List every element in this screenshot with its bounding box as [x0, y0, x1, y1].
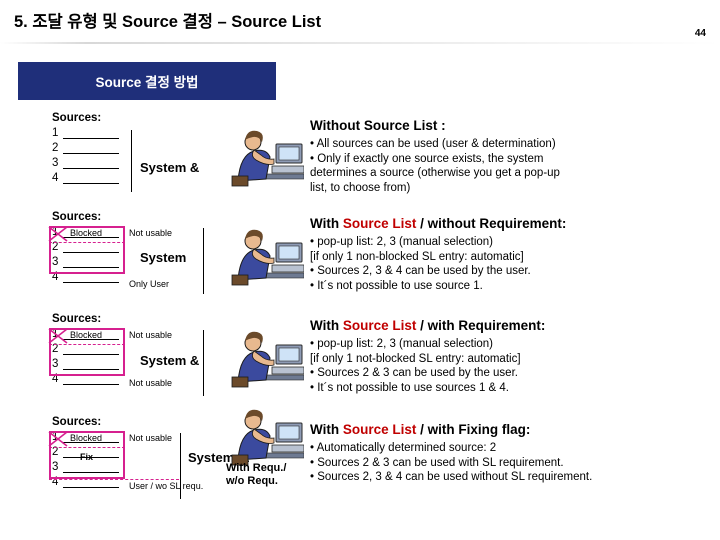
block-3-separator [203, 330, 204, 396]
heading-prefix: With [310, 216, 343, 231]
only-user-note-2: Only User [129, 279, 170, 289]
blocked-note-4: Blocked [70, 433, 103, 443]
blocked-x-icon-2 [48, 226, 68, 242]
right-line: [if only 1 non-blocked SL entry: automat… [310, 250, 524, 263]
source-line [63, 157, 119, 169]
right-line: • Sources 2, 3 & 4 can be used without S… [310, 471, 593, 483]
blocked-x-icon-3 [48, 328, 68, 344]
blocked-row-divider-2 [49, 242, 125, 243]
not-usable-note-4: Not usable [129, 433, 173, 443]
block-1-separator [131, 130, 132, 192]
page-title: 5. 조달 유형 및 Source 결정 – Source List [14, 8, 321, 32]
title-divider [0, 42, 720, 44]
right-line: • Automatically determined source: 2 [310, 442, 497, 454]
sources-block-1: Sources: 1 2 3 4 [52, 112, 119, 185]
right-block-1: Without Source List : • All sources can … [310, 118, 560, 195]
person-at-computer-icon-3 [218, 327, 305, 389]
right-line: • Only if exactly one source exists, the… [310, 152, 544, 165]
source-index: 2 [52, 141, 59, 154]
right-line: [if only 1 not-blocked SL entry: automat… [310, 352, 521, 365]
block-4-separator [180, 433, 181, 499]
source-line [63, 172, 119, 184]
right-line: • It´s not possible to use source 1. [310, 279, 483, 292]
user-wo-sl-note-4: User / wo SL requ. [129, 481, 204, 491]
source-index: 3 [52, 156, 59, 169]
heading-suffix: / without Requirement: [416, 216, 567, 231]
right-line: list, to choose from) [310, 181, 411, 194]
right-heading-2: With Source List / without Requirement: [310, 216, 566, 231]
wo-requ-label: w/o Requ. [226, 475, 278, 487]
heading-prefix: With [310, 318, 343, 333]
heading-prefix: With [310, 422, 343, 437]
sources-label-3: Sources: [52, 313, 102, 325]
right-line: • Sources 2 & 3 can be used with SL requ… [310, 456, 564, 469]
section-header-label: Source 결정 방법 [95, 75, 199, 90]
source-line [63, 127, 119, 139]
right-line: • pop-up list: 2, 3 (manual selection) [310, 338, 494, 350]
right-line: • Sources 2, 3 & 4 can be used by the us… [310, 265, 531, 277]
sources-label-2: Sources: [52, 211, 102, 223]
heading-source-list: Source List [342, 318, 417, 333]
right-block-3: With Source List / with Requirement: • p… [310, 318, 545, 395]
not-usable-note-3: Not usable [129, 330, 173, 340]
system-label-3: System & [140, 353, 200, 368]
blocked-row-divider-4 [49, 447, 125, 448]
right-heading-1: Without Source List : [310, 118, 446, 133]
blocked-row-divider-3 [49, 344, 125, 345]
right-line: • It´s not possible to use sources 1 & 4… [310, 381, 509, 394]
page-title-text: 5. 조달 유형 및 Source 결정 – Source List [14, 13, 322, 31]
person-at-computer-icon-1 [218, 126, 305, 188]
right-heading-4: With Source List / with Fixing flag: [310, 422, 592, 437]
source-row: 1 [52, 125, 119, 140]
not-usable-note-3b: Not usable [129, 378, 173, 388]
source-row: 4 [52, 170, 119, 185]
right-block-4: With Source List / with Fixing flag: • A… [310, 422, 592, 485]
system-label-1: System & [140, 160, 200, 175]
system-label-2: System [140, 250, 187, 265]
source-row: 2 [52, 140, 119, 155]
with-requ-label: With Requ./ [226, 462, 287, 474]
fix-note-4: Fix [80, 452, 94, 462]
right-heading-3: With Source List / with Requirement: [310, 318, 545, 333]
sources-label-4: Sources: [52, 416, 102, 428]
right-block-2: With Source List / without Requirement: … [310, 216, 566, 293]
requirement-labels-4: With Requ./ w/o Requ. [226, 462, 286, 488]
right-line: • All sources can be used (user & determ… [310, 138, 556, 150]
blocked-note-3: Blocked [70, 330, 103, 340]
source-index: 1 [52, 126, 59, 139]
heading-suffix: / with Fixing flag: [416, 422, 531, 437]
right-line: determines a source (otherwise you get a… [310, 167, 560, 179]
person-at-computer-icon-2 [218, 225, 305, 287]
page-number: 44 [694, 28, 706, 39]
slide-root: 5. 조달 유형 및 Source 결정 – Source List 44 So… [0, 0, 720, 540]
section-header-box: Source 결정 방법 [18, 62, 276, 100]
sources-label-1: Sources: [52, 112, 102, 124]
source-index: 4 [52, 171, 59, 184]
not-usable-note-2: Not usable [129, 228, 173, 238]
source-row: 3 [52, 155, 119, 170]
heading-source-list: Source List [342, 216, 417, 231]
blocked-note-2: Blocked [70, 228, 103, 238]
source-line [63, 142, 119, 154]
bottom-divider-4 [49, 479, 179, 480]
block-2-separator [203, 228, 204, 294]
heading-suffix: / with Requirement: [416, 318, 546, 333]
right-line: • pop-up list: 2, 3 (manual selection) [310, 236, 494, 248]
person-at-computer-icon-4 [218, 405, 305, 467]
right-line: • Sources 2 & 3 can be used by the user. [310, 367, 518, 379]
heading-source-list: Source List [342, 422, 417, 437]
blocked-x-icon-4 [48, 431, 68, 447]
